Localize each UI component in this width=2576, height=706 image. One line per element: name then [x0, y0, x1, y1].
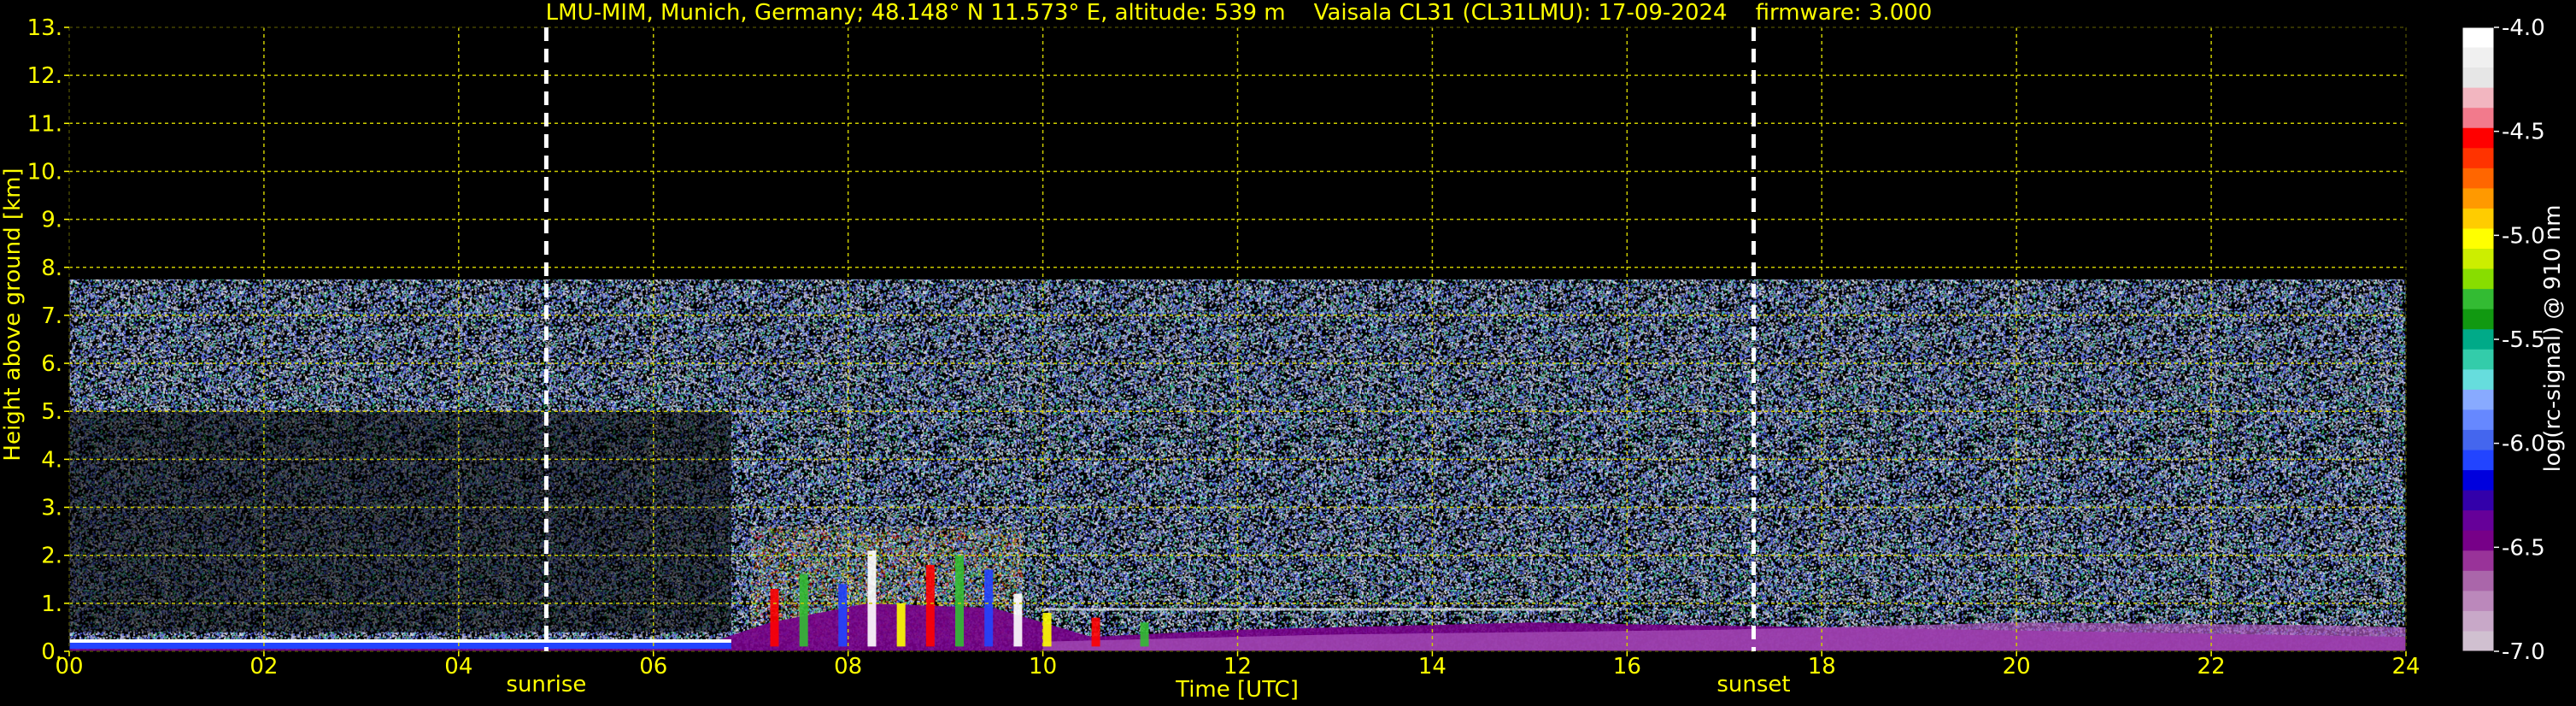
cloud-spike	[1140, 622, 1149, 647]
y-tick-label: 12.	[27, 63, 62, 89]
colorbar-segment	[2462, 47, 2494, 68]
colorbar-segment	[2462, 329, 2494, 350]
colorbar-tick-label: -6.0	[2502, 432, 2545, 457]
plot-area	[69, 27, 2406, 651]
colorbar-segment	[2462, 68, 2494, 89]
colorbar-segment	[2462, 369, 2494, 391]
colorbar-segment	[2462, 168, 2494, 189]
x-tick-label: 00	[55, 654, 83, 680]
cloud-spike	[896, 603, 906, 647]
night-low-signal	[69, 411, 731, 632]
x-tick-label: 02	[249, 654, 278, 680]
colorbar-segment	[2462, 228, 2494, 250]
x-tick-label: 14	[1418, 654, 1446, 680]
x-tick-label: 08	[834, 654, 862, 680]
x-tick-label: 06	[639, 654, 667, 680]
y-tick-label: 7.	[41, 303, 62, 329]
y-axis-label: Height above ground [km]	[0, 168, 26, 461]
colorbar-segment	[2462, 610, 2494, 632]
y-tick-label: 6.	[41, 351, 62, 377]
colorbar-tick-label: -6.5	[2502, 535, 2545, 561]
colorbar-segment	[2462, 148, 2494, 169]
colorbar-segment	[2462, 409, 2494, 431]
y-tick-label: 1.	[41, 591, 62, 617]
x-tick-label: 10	[1029, 654, 1057, 680]
chart-title: LMU-MIM, Munich, Germany; 48.148° N 11.5…	[546, 0, 1933, 26]
cloud-spike	[838, 584, 848, 647]
x-tick-label: 22	[2198, 654, 2226, 680]
y-tick-label: 9.	[41, 208, 62, 233]
colorbar-segment	[2462, 309, 2494, 330]
colorbar-segment	[2462, 550, 2494, 572]
y-tick-label: 5.	[41, 399, 62, 425]
residual-layer	[1042, 608, 1579, 611]
cloud-spike	[770, 589, 779, 647]
colorbar-segment	[2462, 188, 2494, 209]
colorbar-segment	[2462, 450, 2494, 471]
colorbar-segment	[2462, 631, 2494, 652]
cloud-spike	[955, 555, 965, 647]
cloud-spike	[1013, 593, 1023, 647]
y-tick-label: 3.	[41, 496, 62, 521]
cloud-spike	[799, 574, 808, 647]
x-tick-label: 04	[444, 654, 472, 680]
colorbar-tick-label: -5.0	[2502, 223, 2545, 249]
cloud-spike	[984, 569, 994, 647]
colorbar-label: log(rc-signal) @ 910 nm	[2540, 205, 2566, 473]
surface-return-edge	[69, 638, 731, 643]
annotation-label-sunrise: sunrise	[506, 672, 586, 697]
surface-return	[69, 641, 731, 650]
y-tick-label: 13.	[27, 15, 62, 41]
x-axis-label: Time [UTC]	[1175, 677, 1299, 703]
colorbar-segment	[2462, 591, 2494, 612]
colorbar-segment	[2462, 470, 2494, 491]
colorbar-segment	[2462, 87, 2494, 109]
colorbar-tick-label: -4.5	[2502, 120, 2545, 145]
colorbar-tick-label: -4.0	[2502, 15, 2545, 41]
y-tick-label: 2.	[41, 544, 62, 569]
colorbar-segment	[2462, 429, 2494, 451]
colorbar-segment	[2462, 530, 2494, 551]
colorbar-tick-label: -5.5	[2502, 327, 2545, 353]
colorbar-segment	[2462, 268, 2494, 290]
ceilometer-chart: LMU-MIM, Munich, Germany; 48.148° N 11.5…	[0, 0, 2576, 706]
cloud-spike	[1042, 613, 1052, 647]
y-tick-label: 8.	[41, 256, 62, 281]
colorbar-segment	[2462, 208, 2494, 229]
colorbar-segment	[2462, 389, 2494, 410]
colorbar-segment	[2462, 349, 2494, 370]
cloud-spike	[925, 564, 935, 647]
colorbar-segment	[2462, 490, 2494, 511]
cloud-spike	[1091, 617, 1100, 647]
colorbar-segment	[2462, 289, 2494, 310]
cloud-spike	[867, 550, 877, 647]
y-tick-label: 11.	[27, 111, 62, 137]
y-tick-label: 4.	[41, 447, 62, 473]
x-tick-label: 16	[1613, 654, 1641, 680]
colorbar-segment	[2462, 108, 2494, 129]
colorbar-segment	[2462, 127, 2494, 149]
colorbar-segment	[2462, 249, 2494, 270]
y-tick-label: 10.	[27, 159, 62, 185]
x-tick-label: 12	[1223, 654, 1252, 680]
colorbar-segment	[2462, 27, 2494, 49]
x-tick-label: 18	[1808, 654, 1836, 680]
annotation-label-sunset: sunset	[1716, 672, 1790, 697]
colorbar-segment	[2462, 510, 2494, 532]
colorbar-segment	[2462, 570, 2494, 591]
x-tick-label: 24	[2391, 654, 2420, 680]
colorbar-tick-label: -7.0	[2502, 639, 2545, 665]
x-tick-label: 20	[2003, 654, 2031, 680]
